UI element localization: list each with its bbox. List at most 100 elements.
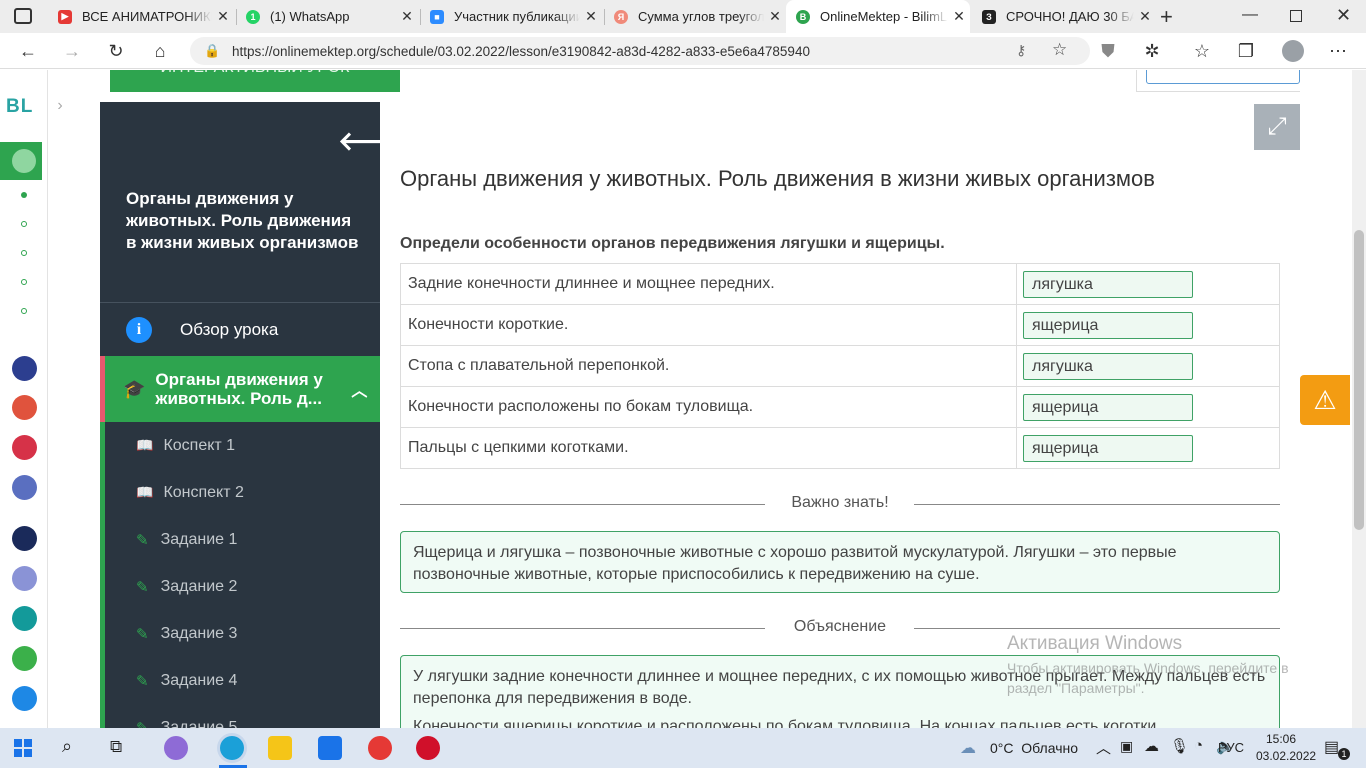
bilimland-app-icon[interactable] (12, 435, 37, 460)
step-dot[interactable] (21, 221, 27, 227)
home-button[interactable]: ⌂ (146, 39, 174, 63)
windows-activation-text: Чтобы активировать Windows, перейдите в … (1007, 660, 1289, 696)
close-tab-icon[interactable]: ✕ (396, 8, 418, 25)
bilimland-app-icon[interactable] (12, 606, 37, 631)
nav-item-label: Задание 4 (160, 671, 238, 689)
nav-item-task-1[interactable]: ✎ Задание 1 (100, 516, 380, 563)
tray-chevron-icon[interactable]: ︿ (1096, 737, 1111, 758)
key-icon[interactable]: ⚷ (1016, 42, 1026, 59)
answer-field[interactable]: лягушка (1023, 270, 1193, 298)
close-tab-icon[interactable]: ✕ (580, 8, 602, 25)
bilimland-app-icon[interactable] (12, 475, 37, 500)
tab-actions-icon[interactable] (14, 8, 32, 24)
bilimland-app-icon[interactable] (12, 566, 37, 591)
nav-item-task-3[interactable]: ✎ Задание 3 (100, 610, 380, 657)
browser-tab[interactable]: ▶ ВСЕ АНИМАТРОНИКИ ✕ (48, 0, 234, 33)
nav-item-task-5[interactable]: ✎ Задание 5 (100, 704, 380, 729)
close-tab-icon[interactable]: ✕ (764, 8, 786, 25)
favorites-icon[interactable]: ☆ (1188, 39, 1216, 63)
refresh-button[interactable]: ↻ (102, 39, 130, 63)
answer-field[interactable]: ящерица (1023, 393, 1193, 421)
tab-title: СРОЧНО! ДАЮ 30 БАЛЛОВ (1006, 9, 1134, 24)
sidebar-expand-button[interactable]: › (48, 86, 72, 126)
statement-cell: Конечности короткие. (400, 304, 1017, 346)
tab-title: (1) WhatsApp (270, 9, 350, 24)
profile-avatar[interactable] (1282, 40, 1304, 62)
nav-current-section[interactable]: 🎓 Органы движения у животных. Роль д... … (100, 356, 380, 422)
weather-text[interactable]: 0°C Облачно (990, 740, 1078, 756)
step-dot[interactable] (21, 279, 27, 285)
clock-time[interactable]: 15:06 (1266, 732, 1296, 746)
lock-icon: 🔒 (204, 43, 221, 58)
interactive-lesson-button[interactable]: ИНТЕРАКТИВНЫЙ УРОК (110, 70, 400, 92)
answer-field[interactable]: лягушка (1023, 352, 1193, 380)
new-tab-button[interactable]: + (1160, 4, 1173, 30)
fullscreen-button[interactable]: ⤢ (1254, 104, 1300, 150)
edge-browser-icon[interactable] (220, 736, 244, 760)
extensions-icon[interactable]: ✲ (1138, 39, 1166, 63)
task-view-icon[interactable]: ⧉ (110, 737, 122, 757)
yandex-browser-icon[interactable] (368, 736, 392, 760)
bilimland-app-icon[interactable] (12, 356, 37, 381)
close-tab-icon[interactable]: ✕ (1134, 8, 1156, 25)
forward-button[interactable]: → (58, 39, 86, 63)
browser-tab[interactable]: 1 (1) WhatsApp ✕ (236, 0, 418, 33)
page-scrollbar[interactable] (1352, 70, 1366, 728)
chevron-up-icon[interactable]: ︿ (351, 377, 367, 401)
collapse-arrow-icon[interactable]: 🡐 (338, 126, 408, 157)
bilimland-app-icon[interactable] (12, 686, 37, 711)
clock-date[interactable]: 03.02.2022 (1256, 749, 1316, 763)
report-warning-button[interactable]: ⚠ (1300, 375, 1350, 425)
step-dot[interactable] (21, 308, 27, 314)
favorite-star-icon[interactable]: ☆ (1052, 40, 1067, 60)
scrollbar-thumb[interactable] (1354, 230, 1364, 530)
url-field[interactable]: 🔒 https://onlinemektep.org/schedule/03.0… (190, 37, 1090, 65)
minimize-button[interactable]: — (1242, 6, 1258, 24)
step-dot-active[interactable] (21, 192, 27, 198)
network-icon[interactable]: ◔ (1194, 737, 1203, 754)
language-indicator[interactable]: РУС (1218, 740, 1244, 755)
statement-cell: Стопа с плавательной перепонкой. (400, 345, 1017, 387)
table-row: Конечности расположены по бокам туловища… (400, 386, 1280, 428)
browser-tab-active[interactable]: B OnlineMektep - BilimLand ✕ (786, 0, 970, 33)
maximize-button[interactable] (1290, 10, 1302, 22)
mail-icon[interactable] (318, 736, 342, 760)
next-button[interactable] (1146, 70, 1300, 84)
bilimland-app-icon[interactable] (12, 526, 37, 551)
browser-tab[interactable]: З СРОЧНО! ДАЮ 30 БАЛЛОВ ✕ (972, 0, 1156, 33)
browser-tab-bar: ▶ ВСЕ АНИМАТРОНИКИ ✕ 1 (1) WhatsApp ✕ ■ … (0, 0, 1366, 33)
microphone-icon[interactable]: 🎙 (1170, 737, 1189, 755)
nav-item-konspekt-2[interactable]: 📖 Конспект 2 (100, 469, 380, 516)
nav-item-label: Задание 2 (160, 577, 238, 595)
tray-app-icon[interactable]: ▣ (1120, 738, 1133, 755)
nav-overview[interactable]: i Обзор урока (100, 303, 380, 356)
notification-icon[interactable]: ▤ (1324, 737, 1339, 757)
browser-tab[interactable]: ■ Участник публикации ✕ (420, 0, 602, 33)
viber-app-icon[interactable] (164, 736, 188, 760)
answer-field[interactable]: ящерица (1023, 434, 1193, 462)
search-icon[interactable]: ⌕ (62, 736, 72, 757)
table-row: Пальцы с цепкими коготками. ящерица (400, 427, 1280, 469)
file-explorer-icon[interactable] (268, 736, 292, 760)
shield-extension-icon[interactable]: ⛊ (1094, 39, 1122, 63)
nav-item-task-4[interactable]: ✎ Задание 4 (100, 657, 380, 704)
pinterest-icon[interactable] (416, 736, 440, 760)
browser-tab[interactable]: Я Сумма углов треугольника ✕ (604, 0, 786, 33)
back-button[interactable]: ← (14, 39, 42, 63)
nav-current-label: Органы движения у животных. Роль д... (155, 370, 323, 408)
bilimland-app-icon[interactable] (12, 395, 37, 420)
close-window-button[interactable]: ✕ (1336, 5, 1351, 26)
start-button[interactable] (14, 739, 32, 757)
step-dot[interactable] (21, 250, 27, 256)
tab-title: ВСЕ АНИМАТРОНИКИ (82, 9, 212, 24)
sidebar-logo[interactable]: BL (6, 96, 33, 118)
nav-item-task-2[interactable]: ✎ Задание 2 (100, 563, 380, 610)
nav-item-konspekt-1[interactable]: 📖 Коспект 1 (100, 422, 380, 469)
close-tab-icon[interactable]: ✕ (212, 8, 234, 25)
close-tab-icon[interactable]: ✕ (948, 8, 970, 25)
more-menu-icon[interactable]: ⋯ (1324, 39, 1352, 63)
bilimland-app-icon[interactable] (12, 646, 37, 671)
answer-field[interactable]: ящерица (1023, 311, 1193, 339)
collections-icon[interactable]: ❐ (1232, 39, 1260, 63)
cloud-tray-icon[interactable]: ☁ (1144, 737, 1159, 755)
